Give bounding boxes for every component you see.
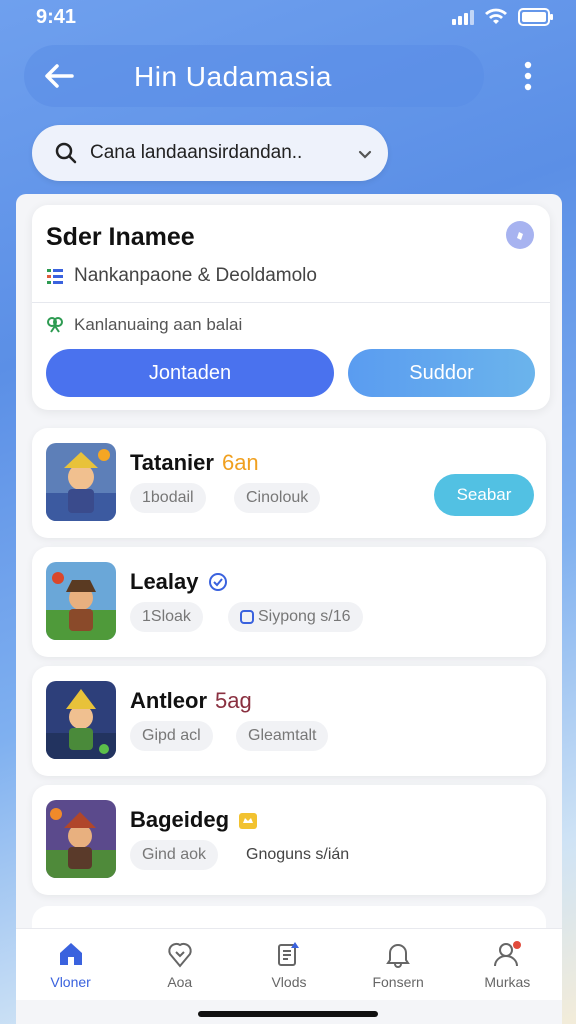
- chevron-down-icon[interactable]: [358, 147, 372, 165]
- home-icon: [59, 942, 82, 965]
- card-title: Sder Inamee: [46, 223, 195, 251]
- search-input-text[interactable]: Cana landaansirdandan..: [90, 142, 302, 164]
- clover-icon: [47, 317, 63, 333]
- wifi-icon: [484, 8, 508, 26]
- list-item[interactable]: Tatanier 6an 1bodail Cinolouk Seabar: [32, 428, 546, 538]
- heart-pin-icon: [168, 942, 192, 968]
- arrow-left-icon: [45, 64, 74, 88]
- card-status: Kanlanuaing aan balai: [74, 315, 243, 334]
- list-item[interactable]: Lealay 1Sloak Siypong s/16: [32, 547, 546, 657]
- summary-card: Sder Inamee Nankanpaone & Deoldamolo Kan…: [32, 205, 550, 410]
- compass-icon: [517, 232, 523, 240]
- divider: [32, 302, 550, 303]
- status-bar: 9:41: [0, 0, 576, 36]
- tag-chip: 1Sloak: [130, 602, 203, 632]
- page-title: Hin Uadamasia: [134, 61, 332, 92]
- bell-icon: [386, 943, 411, 968]
- crown-badge-icon: [239, 813, 258, 829]
- info-button[interactable]: [506, 221, 534, 249]
- tag-chip: Gind aok: [130, 840, 219, 870]
- game-action-button[interactable]: Seabar: [434, 474, 534, 516]
- nav-label: Aoa: [167, 973, 193, 990]
- app-header: Hin Uadamasia: [24, 45, 484, 107]
- secondary-button[interactable]: Suddor: [348, 349, 535, 397]
- card-status-row: Kanlanuaing aan balai: [46, 315, 242, 335]
- tag-chip: 1bodail: [130, 483, 206, 513]
- tag-chip: Gleamtalt: [236, 721, 329, 751]
- document-icon: [277, 941, 299, 966]
- search-icon: [54, 141, 78, 170]
- nav-label: Vloner: [50, 973, 91, 990]
- nav-second[interactable]: Aoa: [130, 940, 230, 990]
- card-subtitle: Nankanpaone & Deoldamolo: [74, 265, 317, 286]
- nav-third[interactable]: Vlods: [239, 940, 339, 990]
- game-thumbnail: [46, 681, 116, 759]
- more-vertical-icon: [524, 61, 532, 91]
- tag-icon: [240, 610, 254, 624]
- search-field[interactable]: Cana landaansirdandan..: [32, 125, 388, 181]
- tag-chip: Cinolouk: [234, 483, 321, 513]
- back-button[interactable]: [42, 59, 76, 93]
- game-thumbnail: [46, 800, 116, 878]
- more-options-button[interactable]: [510, 58, 546, 94]
- nav-label: Murkas: [484, 973, 531, 990]
- grid-list-icon: [47, 269, 63, 284]
- game-title: Tatanier 6an: [130, 450, 259, 475]
- profile-icon: [494, 940, 522, 966]
- nav-label: Fonsern: [372, 973, 424, 990]
- home-indicator[interactable]: [198, 1011, 378, 1017]
- battery-icon: [518, 8, 554, 26]
- verified-icon: [208, 573, 227, 591]
- game-title: Bageideg: [130, 807, 259, 833]
- game-thumbnail: [46, 443, 116, 521]
- game-title: Antleor 5ag: [130, 688, 252, 713]
- tag-chip: Gnoguns s/ián: [234, 840, 362, 870]
- primary-button[interactable]: Jontaden: [46, 349, 334, 397]
- list-item[interactable]: Antleor 5ag Gipd acl Gleamtalt: [32, 666, 546, 776]
- nav-profile[interactable]: Murkas: [457, 940, 557, 990]
- nav-label: Vlods: [271, 973, 307, 990]
- tag-chip: Siypong s/16: [228, 602, 363, 632]
- signal-icon: [452, 9, 474, 25]
- status-icons: [452, 8, 554, 26]
- game-title: Lealay: [130, 569, 229, 595]
- game-thumbnail: [46, 562, 116, 640]
- list-item[interactable]: Bageideg Gind aok Gnoguns s/ián: [32, 785, 546, 895]
- nav-fourth[interactable]: Fonsern: [348, 940, 448, 990]
- tag-chip: Gipd acl: [130, 721, 213, 751]
- status-time: 9:41: [36, 6, 77, 28]
- card-subtitle-row: Nankanpaone & Deoldamolo: [46, 265, 317, 287]
- bottom-navigation: Vloner Aoa Vlods Fonsern Murkas: [16, 928, 562, 1000]
- nav-home[interactable]: Vloner: [21, 940, 121, 990]
